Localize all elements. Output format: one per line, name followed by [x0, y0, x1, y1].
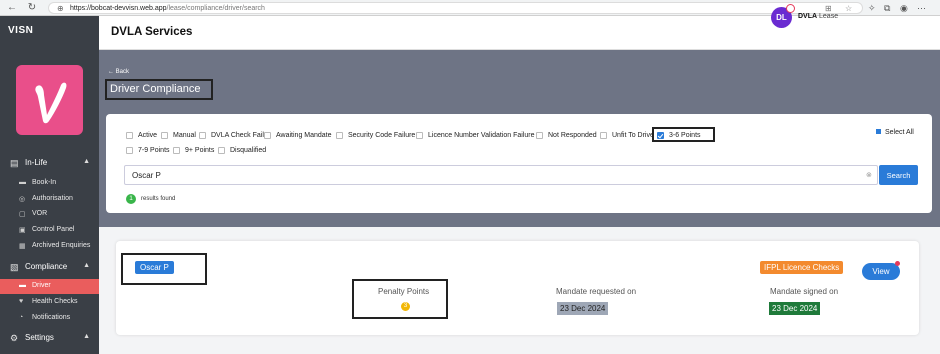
url-text: https://bobcat-devvisn.web.app/lease/com… [70, 5, 265, 12]
sidebar-item-control-panel[interactable]: ▣ Control Panel [0, 223, 99, 238]
sidebar-item-driver[interactable]: ▬ Driver [0, 279, 99, 294]
visn-logo-icon [35, 82, 67, 124]
filter-panel [106, 114, 932, 213]
driver-name[interactable]: Oscar P [135, 261, 174, 274]
lock-icon: ⊕ [57, 4, 64, 13]
app-logo [16, 65, 83, 135]
app-header: DVLA Services [99, 16, 940, 50]
notification-icon[interactable] [786, 4, 795, 13]
sidebar-item-archived-enquiries[interactable]: ▦ Archived Enquiries [0, 239, 99, 254]
penalty-points-value: 3 [401, 302, 410, 311]
bell-icon: ◔ [19, 314, 24, 321]
extensions-icon[interactable]: ✧ [868, 2, 876, 14]
star-icon[interactable]: ☆ [845, 3, 852, 14]
sidebar-section-settings[interactable]: ⚙ Settings ▲ [0, 330, 99, 346]
back-arrow-icon[interactable]: ← [6, 2, 18, 14]
clipboard-icon: ▤ [10, 158, 19, 168]
mandate-requested-date: 23 Dec 2024 [557, 302, 609, 315]
penalty-highlight-frame [352, 279, 448, 319]
collections-icon[interactable]: ⧉ [884, 2, 890, 14]
book-in-icon: ▬ [19, 179, 26, 186]
compliance-icon: ▧ [10, 262, 19, 272]
sidebar-item-book-in[interactable]: ▬ Book-In [0, 176, 99, 191]
notification-dot [895, 261, 900, 266]
chevron-up-icon: ▲ [83, 333, 90, 340]
search-input[interactable] [124, 165, 878, 185]
chevron-up-icon: ▲ [83, 158, 90, 165]
checkbox-highlight-frame [652, 127, 715, 142]
view-button[interactable]: View [862, 263, 900, 280]
more-icon[interactable]: ⋯ [917, 2, 926, 14]
sidebar-item-authorisation[interactable]: ◎ Authorisation [0, 192, 99, 207]
ifpl-licence-checks-badge: IFPL Licence Checks [760, 261, 844, 274]
search-button[interactable]: Search [879, 165, 918, 185]
clear-search-icon[interactable]: ⊗ [866, 171, 872, 179]
results-count-badge: 1 [126, 194, 136, 204]
profile-icon[interactable]: ◉ [900, 2, 908, 14]
results-text: results found [141, 196, 176, 202]
control-panel-icon: ▣ [19, 227, 26, 234]
vor-icon: ▢ [19, 211, 26, 218]
gear-icon: ⚙ [10, 333, 19, 343]
app-title: DVLA Services [111, 26, 193, 38]
org-name: DVLA Lease [798, 13, 839, 20]
authorisation-icon: ◎ [19, 196, 26, 203]
sidebar-section-compliance[interactable]: ▧ Compliance ▲ [0, 259, 99, 275]
back-link[interactable]: ← Back [108, 69, 129, 75]
select-all-toggle[interactable]: Select All [876, 129, 914, 136]
sidebar: VISN ▤ In-Life ▲ ▬ Book-In ◎ Authorisati… [0, 16, 99, 354]
sidebar-item-vor[interactable]: ▢ VOR [0, 207, 99, 222]
driver-icon: ▬ [19, 282, 26, 289]
page-title: Driver Compliance [105, 79, 213, 100]
mandate-signed-date: 23 Dec 2024 [769, 302, 821, 315]
sidebar-item-health-checks[interactable]: ♥ Health Checks [0, 295, 99, 310]
sidebar-item-notifications[interactable]: ◔ Notifications [0, 311, 99, 326]
sidebar-section-in-life[interactable]: ▤ In-Life ▲ [0, 155, 99, 171]
chevron-up-icon: ▲ [83, 262, 90, 269]
archive-icon: ▦ [19, 243, 26, 250]
mandate-signed-label: Mandate signed on [770, 287, 839, 296]
health-checks-icon: ♥ [19, 298, 24, 305]
mandate-requested-label: Mandate requested on [556, 287, 637, 296]
refresh-icon[interactable]: ↻ [26, 2, 38, 14]
address-bar[interactable]: ⊕ https://bobcat-devvisn.web.app/lease/c… [48, 2, 863, 14]
brand-name: VISN [8, 25, 34, 36]
penalty-points-label: Penalty Points [378, 287, 430, 296]
